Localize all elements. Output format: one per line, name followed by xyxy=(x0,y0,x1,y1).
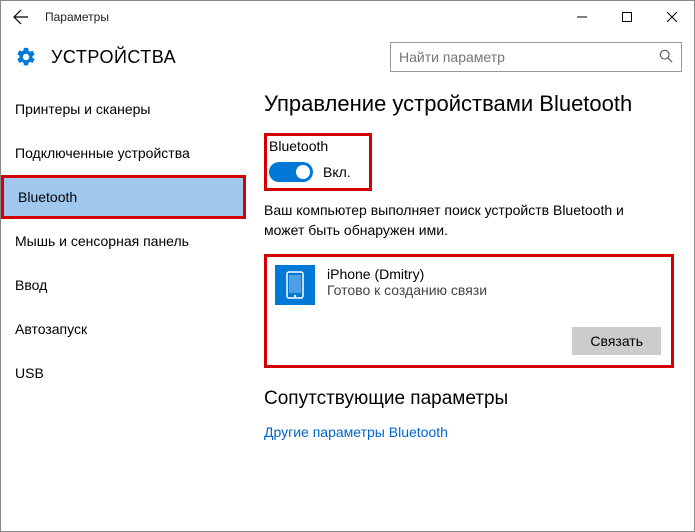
sidebar-item-label: Bluetooth xyxy=(18,189,77,205)
page-heading: Управление устройствами Bluetooth xyxy=(264,91,674,117)
search-box[interactable] xyxy=(390,42,682,72)
titlebar: Параметры xyxy=(1,1,694,33)
sidebar-item-label: Подключенные устройства xyxy=(15,145,190,161)
device-card[interactable]: iPhone (Dmitry) Готово к созданию связи … xyxy=(264,254,674,368)
arrow-left-icon xyxy=(13,9,29,25)
gear-icon xyxy=(15,46,37,68)
back-button[interactable] xyxy=(1,1,41,33)
sidebar-item-label: Автозапуск xyxy=(15,321,87,337)
content: Принтеры и сканеры Подключенные устройст… xyxy=(1,81,694,531)
search-input[interactable] xyxy=(399,49,659,65)
main-panel: Управление устройствами Bluetooth Blueto… xyxy=(246,81,694,531)
sidebar-item-printers[interactable]: Принтеры и сканеры xyxy=(1,87,246,131)
sidebar-item-label: Принтеры и сканеры xyxy=(15,101,150,117)
minimize-button[interactable] xyxy=(559,1,604,33)
sidebar-item-label: USB xyxy=(15,365,44,381)
bluetooth-toggle[interactable] xyxy=(269,162,313,182)
sidebar: Принтеры и сканеры Подключенные устройст… xyxy=(1,81,246,531)
bluetooth-toggle-section: Bluetooth Вкл. xyxy=(264,133,372,191)
close-icon xyxy=(667,12,677,22)
window-title: Параметры xyxy=(41,10,109,24)
toggle-knob xyxy=(296,165,310,179)
window-controls xyxy=(559,1,694,33)
sidebar-item-autoplay[interactable]: Автозапуск xyxy=(1,307,246,351)
maximize-button[interactable] xyxy=(604,1,649,33)
sidebar-item-usb[interactable]: USB xyxy=(1,351,246,395)
related-heading: Сопутствующие параметры xyxy=(264,388,674,410)
sidebar-item-label: Ввод xyxy=(15,277,47,293)
device-name: iPhone (Dmitry) xyxy=(327,266,487,282)
header: УСТРОЙСТВА xyxy=(1,33,694,81)
other-bluetooth-settings-link[interactable]: Другие параметры Bluetooth xyxy=(264,424,674,440)
sidebar-item-mouse-touchpad[interactable]: Мышь и сенсорная панель xyxy=(1,219,246,263)
sidebar-item-connected-devices[interactable]: Подключенные устройства xyxy=(1,131,246,175)
search-icon xyxy=(659,49,673,66)
toggle-label: Bluetooth xyxy=(269,138,351,154)
phone-icon xyxy=(275,265,315,305)
pair-button[interactable]: Связать xyxy=(572,327,661,355)
status-text: Ваш компьютер выполняет поиск устройств … xyxy=(264,201,664,240)
minimize-icon xyxy=(577,12,587,22)
device-status: Готово к созданию связи xyxy=(327,282,487,298)
sidebar-item-typing[interactable]: Ввод xyxy=(1,263,246,307)
sidebar-item-label: Мышь и сенсорная панель xyxy=(15,233,189,249)
toggle-state: Вкл. xyxy=(323,164,351,180)
close-button[interactable] xyxy=(649,1,694,33)
sidebar-item-bluetooth[interactable]: Bluetooth xyxy=(1,175,246,219)
maximize-icon xyxy=(622,12,632,22)
header-title: УСТРОЙСТВА xyxy=(51,47,176,68)
